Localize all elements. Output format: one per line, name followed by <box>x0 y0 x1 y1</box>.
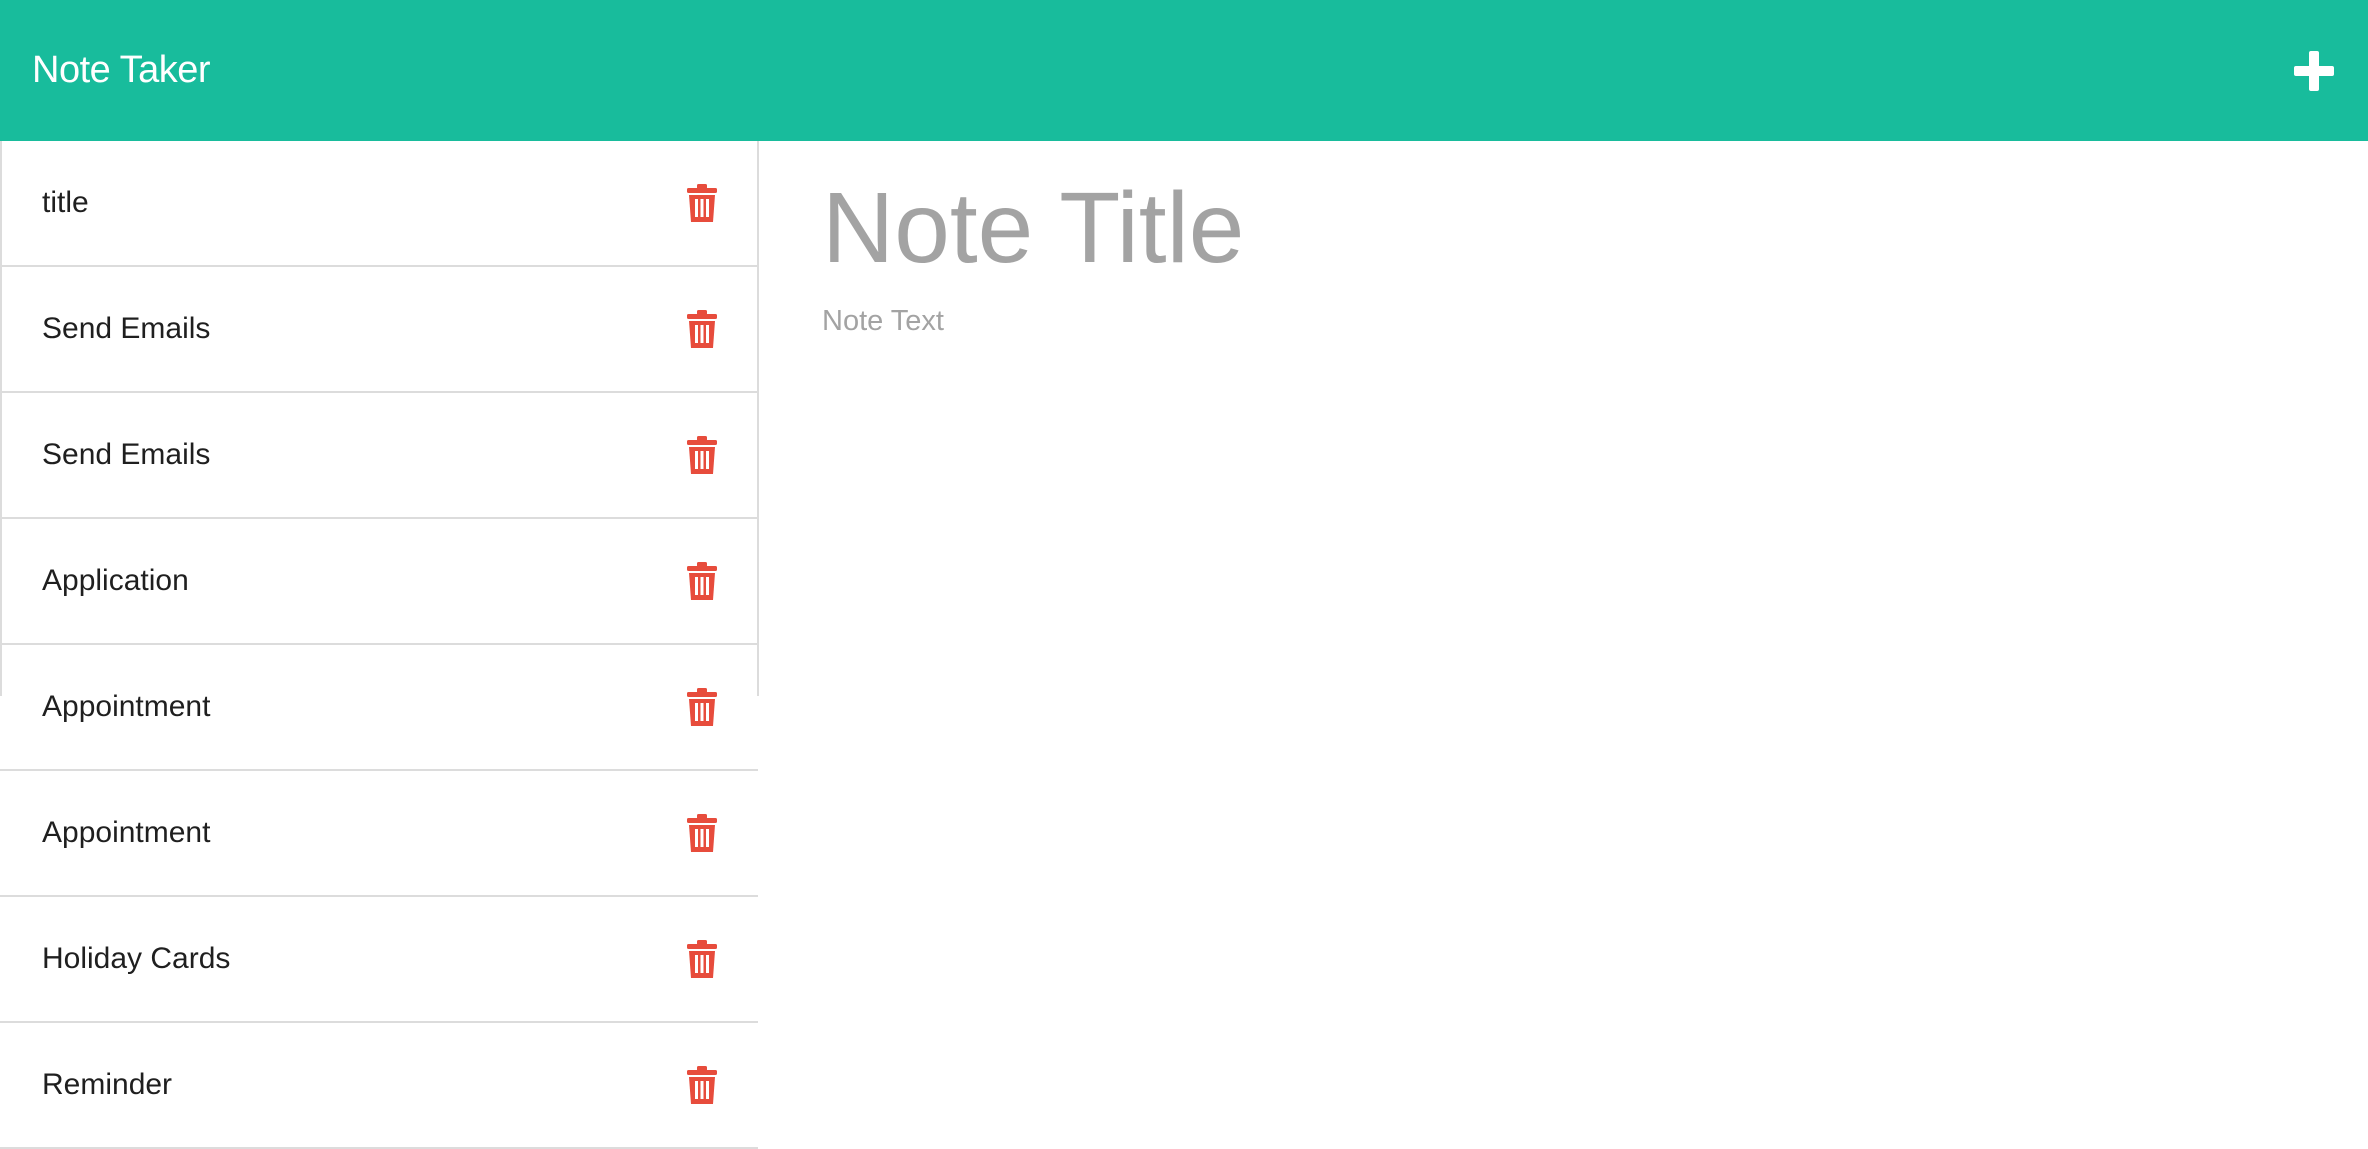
note-list-item[interactable]: title <box>0 141 758 267</box>
note-list-item[interactable]: Appointment <box>0 645 758 771</box>
navbar: Note Taker <box>0 0 2368 141</box>
note-editor <box>822 141 2322 805</box>
note-list-item-title: Appointment <box>42 690 211 723</box>
plus-icon <box>2294 50 2334 91</box>
note-list-item-title: title <box>42 186 89 219</box>
note-list-item[interactable]: Application <box>0 519 758 645</box>
note-list-item[interactable]: Reminder <box>0 1023 758 1149</box>
new-note-button[interactable] <box>2284 41 2344 101</box>
note-list-item[interactable]: Appointment <box>0 771 758 897</box>
note-title-input[interactable] <box>822 165 2222 291</box>
trash-icon[interactable] <box>686 435 718 475</box>
note-list-item-title: Application <box>42 564 189 597</box>
note-list: title Send Emails Send Emails Applicatio… <box>0 141 758 1149</box>
note-list-item-title: Send Emails <box>42 438 211 471</box>
note-list-item-title: Send Emails <box>42 312 211 345</box>
brand-link[interactable]: Note Taker <box>32 49 211 92</box>
trash-icon[interactable] <box>686 183 718 223</box>
note-list-item-title: Reminder <box>42 1068 173 1101</box>
note-list-item-title: Appointment <box>42 816 211 849</box>
trash-icon[interactable] <box>686 1065 718 1105</box>
note-list-item-title: Holiday Cards <box>42 942 231 975</box>
trash-icon[interactable] <box>686 309 718 349</box>
note-list-item[interactable]: Send Emails <box>0 393 758 519</box>
trash-icon[interactable] <box>686 687 718 727</box>
trash-icon[interactable] <box>686 939 718 979</box>
trash-icon[interactable] <box>686 561 718 601</box>
note-list-item[interactable]: Holiday Cards <box>0 897 758 1023</box>
note-text-area[interactable] <box>822 305 2222 805</box>
trash-icon[interactable] <box>686 813 718 853</box>
note-list-item[interactable]: Send Emails <box>0 267 758 393</box>
